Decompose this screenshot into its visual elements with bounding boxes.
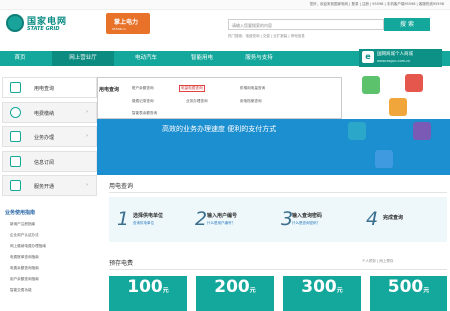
mall-title: 国网商城个人商城 (377, 52, 413, 57)
dropdown-head: 用电查询 (99, 87, 120, 93)
wrench-icon (10, 131, 21, 142)
chevron-right-icon: › (86, 182, 88, 188)
fee-card-500[interactable]: 500元 (370, 276, 447, 311)
guide-item[interactable]: 智能交费功能 (10, 288, 32, 293)
step-title: 输入用户编号 (207, 213, 238, 219)
dropdown-link[interactable]: 业务办理查询 (186, 99, 208, 104)
fee-unit: 元 (336, 287, 343, 294)
nav-ev[interactable]: 电动汽车 (120, 51, 172, 66)
check-tile-icon (348, 122, 366, 140)
magnifier-icon (10, 82, 21, 93)
divider (109, 269, 447, 270)
lightning-icon (10, 156, 21, 167)
guide-item[interactable]: 电费余额查询指南 (10, 266, 39, 271)
search-button[interactable]: 搜 索 (384, 18, 430, 31)
step-link[interactable]: 什么是用户编号？ (207, 221, 235, 226)
fee-card-300[interactable]: 300元 (283, 276, 361, 311)
guide-item[interactable]: 网上缴纳电费办理指南 (10, 244, 46, 249)
fee-amount: 100 (127, 277, 163, 297)
sidebar-label: 服务开通 (34, 184, 55, 190)
magnifier-tile-icon (362, 76, 380, 94)
nav-online-hall[interactable]: 网上营业厅 (52, 51, 114, 66)
dropdown-link-highlighted[interactable]: 电量电费查询 (179, 85, 205, 92)
chevron-right-icon: › (86, 133, 88, 139)
nav-service[interactable]: 服务与支持 (230, 51, 288, 66)
fee-amount: 300 (301, 277, 337, 297)
mall-e-icon: e (362, 51, 374, 63)
guide-title: 业务使用指南 (5, 210, 36, 216)
dropdown-link[interactable]: 阶梯用电量查询 (240, 86, 265, 91)
lightning-tile-icon (405, 74, 423, 92)
prepay-title: 预存电费 (109, 260, 134, 267)
lightbulb-tile-icon (413, 122, 431, 140)
prepay-links[interactable]: 个人预存 | 网上预存 (362, 259, 393, 264)
coin-icon (10, 107, 21, 118)
guide-item[interactable]: 新用户注册指南 (10, 222, 35, 227)
divider (109, 192, 447, 193)
sidebar-label: 用电查询 (34, 86, 55, 92)
sidebar-label: 业务办理 (34, 135, 55, 141)
state-grid-logo-icon[interactable] (6, 14, 24, 32)
mall-sub: www.esgcc.com.cn (377, 59, 411, 63)
dropdown-link[interactable]: 智能表余额查询 (132, 111, 157, 116)
fee-unit: 元 (249, 287, 256, 294)
calculator-tile-icon (389, 98, 407, 116)
sidebar-label: 电费缴纳 (34, 111, 55, 117)
banner-text: 高效的业务办理速度 便利的支付方式 (162, 125, 277, 133)
fee-amount: 200 (214, 277, 250, 297)
promo-sub: 95598.cn (112, 27, 127, 31)
step-number: 2 (195, 208, 208, 230)
promo-title: 掌上电力 (114, 19, 139, 26)
fee-card-100[interactable]: 100元 (109, 276, 187, 311)
fee-amount: 500 (387, 277, 424, 297)
step-number: 4 (366, 208, 379, 230)
guide-item[interactable]: 企业用户认证办法 (10, 233, 39, 238)
hot-searches[interactable]: 热门搜索：电费查询 | 交费 | 业扩报装 | 停电信息 (228, 34, 305, 39)
fee-card-200[interactable]: 200元 (196, 276, 274, 311)
top-links[interactable]: 您好，欢迎来到国家电网 | 登录 | 注册 | 95598 | 手机客户端955… (310, 2, 444, 7)
step-title: 选择供电单位 (133, 213, 164, 219)
wrench-tile-icon (375, 150, 393, 168)
chevron-right-icon: › (86, 109, 88, 115)
search-input[interactable]: 请输入您要搜索的内容 (228, 19, 384, 30)
step-title: 输入查询密码 (292, 213, 323, 219)
sidebar-label: 信息订阅 (34, 160, 55, 166)
guide-item[interactable]: 用户余额查询指南 (10, 277, 39, 282)
query-section-title: 用电查询 (109, 183, 134, 190)
step-link[interactable]: 什么是查询密码？ (292, 221, 320, 226)
step-number: 1 (117, 208, 130, 230)
guide-item[interactable]: 电费账单查询指南 (10, 255, 39, 260)
nav-home[interactable]: 首页 (0, 51, 40, 66)
fee-unit: 元 (423, 287, 430, 294)
dropdown-link[interactable]: 账户余额查询 (132, 86, 154, 91)
step-title: 完成查询 (383, 215, 404, 221)
fee-unit: 元 (162, 287, 169, 294)
edit-icon (10, 180, 21, 191)
dropdown-link[interactable]: 用电档案查询 (240, 99, 262, 104)
dropdown-link[interactable]: 缴费记录查询 (132, 99, 154, 104)
logo-english[interactable]: STATE GRID (27, 26, 60, 32)
nav-smart-power[interactable]: 智能用电 (176, 51, 228, 66)
step-link[interactable]: 查询供电单位 (133, 221, 154, 226)
